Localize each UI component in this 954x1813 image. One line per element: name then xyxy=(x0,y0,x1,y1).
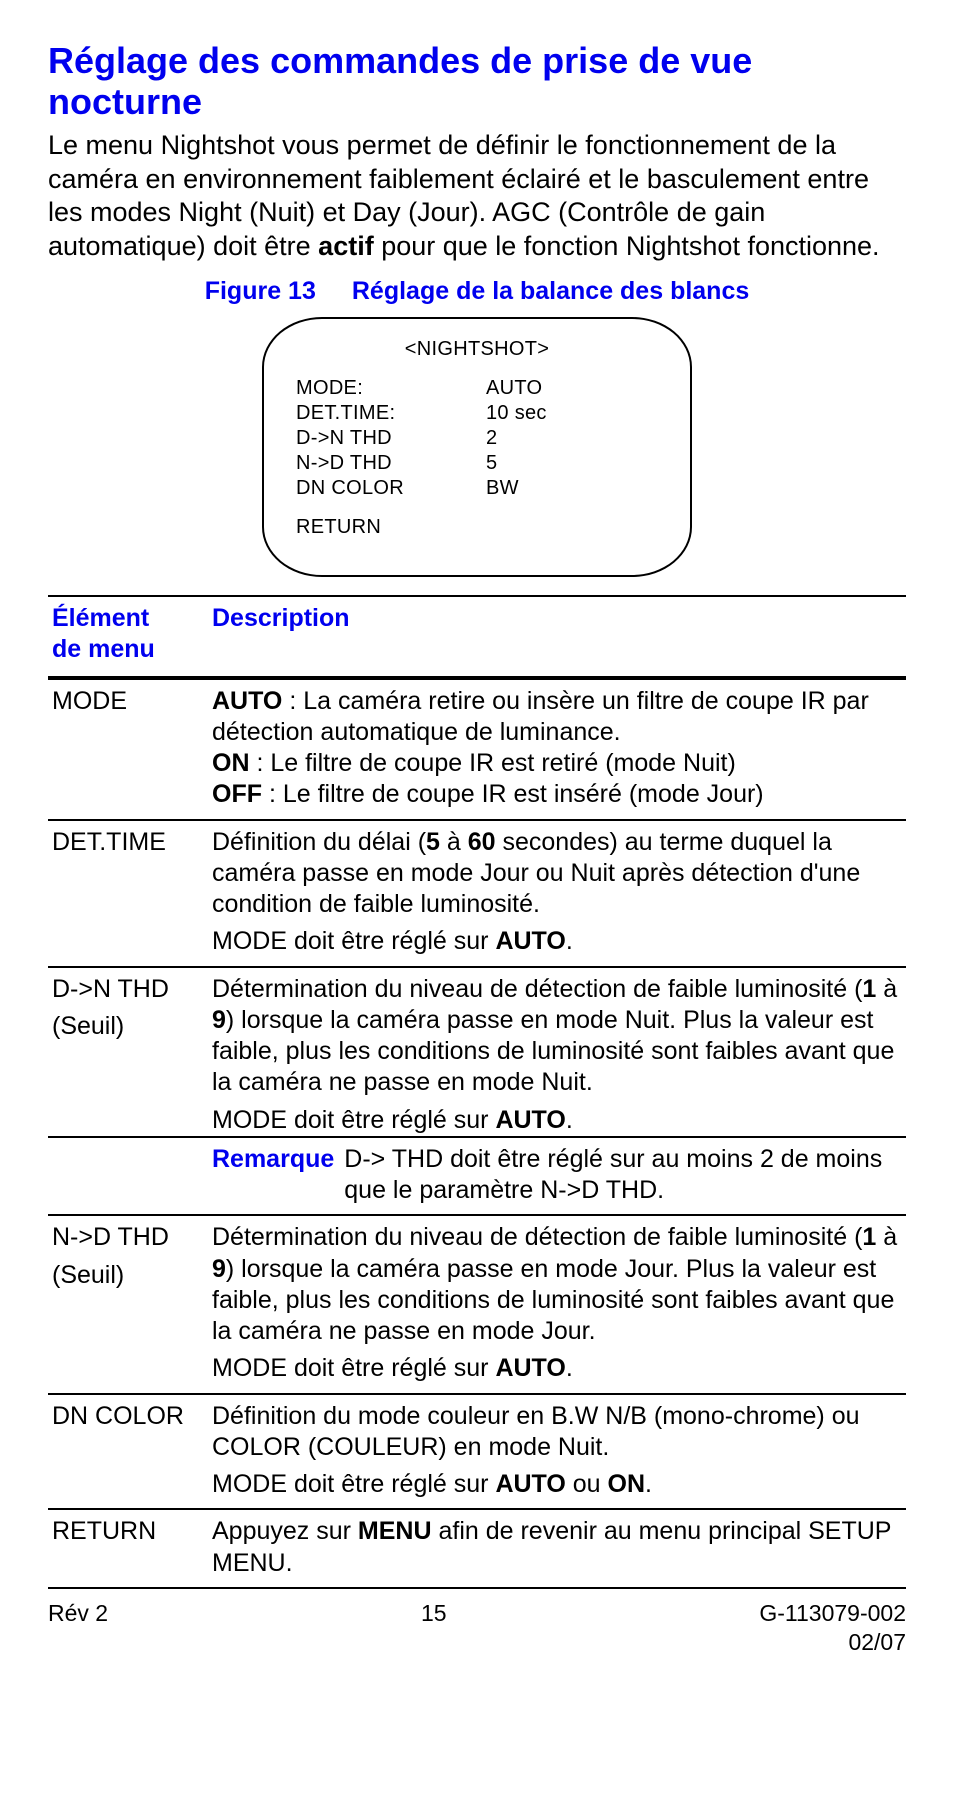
cell-description: Détermination du niveau de détection de … xyxy=(208,967,906,1137)
crt-row: DN COLORBW xyxy=(296,476,658,501)
intro-text-post: pour que le fonction Nightshot fonctionn… xyxy=(374,231,880,261)
table-row: Remarque D-> THD doit être réglé sur au … xyxy=(48,1137,906,1216)
cell-description: Définition du délai (5 à 60 secondes) au… xyxy=(208,820,906,967)
table-row: MODE AUTO : La caméra retire ou insère u… xyxy=(48,678,906,820)
remarque-label: Remarque xyxy=(212,1144,334,1207)
table-header-element: Élémentde menu xyxy=(48,596,208,678)
intro-text-bold: actif xyxy=(318,231,374,261)
cell-element: MODE xyxy=(48,678,208,820)
footer-center: 15 xyxy=(421,1599,447,1657)
cell-description: Détermination du niveau de détection de … xyxy=(208,1215,906,1393)
table-row: RETURN Appuyez sur MENU afin de revenir … xyxy=(48,1509,906,1588)
crt-row: N->D THD5 xyxy=(296,451,658,476)
remarque-text: D-> THD doit être réglé sur au moins 2 d… xyxy=(344,1144,902,1207)
description-table: Élémentde menu Description MODE AUTO : L… xyxy=(48,595,906,1589)
cell-remarque: Remarque D-> THD doit être réglé sur au … xyxy=(208,1137,906,1216)
crt-return: RETURN xyxy=(296,515,658,540)
crt-row: DET.TIME:10 sec xyxy=(296,401,658,426)
page-footer: Rév 2 15 G-113079-00202/07 xyxy=(48,1599,906,1657)
cell-element: DET.TIME xyxy=(48,820,208,967)
cell-description: AUTO : La caméra retire ou insère un fil… xyxy=(208,678,906,820)
intro-paragraph: Le menu Nightshot vous permet de définir… xyxy=(48,129,906,264)
cell-description: Définition du mode couleur en B.W N/B (m… xyxy=(208,1394,906,1510)
crt-title: <NIGHTSHOT> xyxy=(296,337,658,362)
cell-element: DN COLOR xyxy=(48,1394,208,1510)
table-header-description: Description xyxy=(208,596,906,678)
page-title: Réglage des commandes de prise de vue no… xyxy=(48,40,906,123)
crt-row: MODE:AUTO xyxy=(296,376,658,401)
table-row: DN COLOR Définition du mode couleur en B… xyxy=(48,1394,906,1510)
crt-row: D->N THD2 xyxy=(296,426,658,451)
footer-left: Rév 2 xyxy=(48,1599,108,1657)
figure-caption-text: Réglage de la balance des blancs xyxy=(352,277,749,305)
table-row: D->N THD(Seuil) Détermination du niveau … xyxy=(48,967,906,1137)
cell-description: Appuyez sur MENU afin de revenir au menu… xyxy=(208,1509,906,1588)
crt-screen: <NIGHTSHOT> MODE:AUTO DET.TIME:10 sec D-… xyxy=(262,317,692,577)
table-row: N->D THD(Seuil) Détermination du niveau … xyxy=(48,1215,906,1393)
figure-label: Figure 13 xyxy=(205,277,316,305)
table-row: DET.TIME Définition du délai (5 à 60 sec… xyxy=(48,820,906,967)
footer-right: G-113079-00202/07 xyxy=(759,1599,906,1657)
figure-caption: Figure 13 Réglage de la balance des blanc… xyxy=(48,276,906,307)
cell-element: RETURN xyxy=(48,1509,208,1588)
cell-element: N->D THD(Seuil) xyxy=(48,1215,208,1393)
cell-element: D->N THD(Seuil) xyxy=(48,967,208,1137)
